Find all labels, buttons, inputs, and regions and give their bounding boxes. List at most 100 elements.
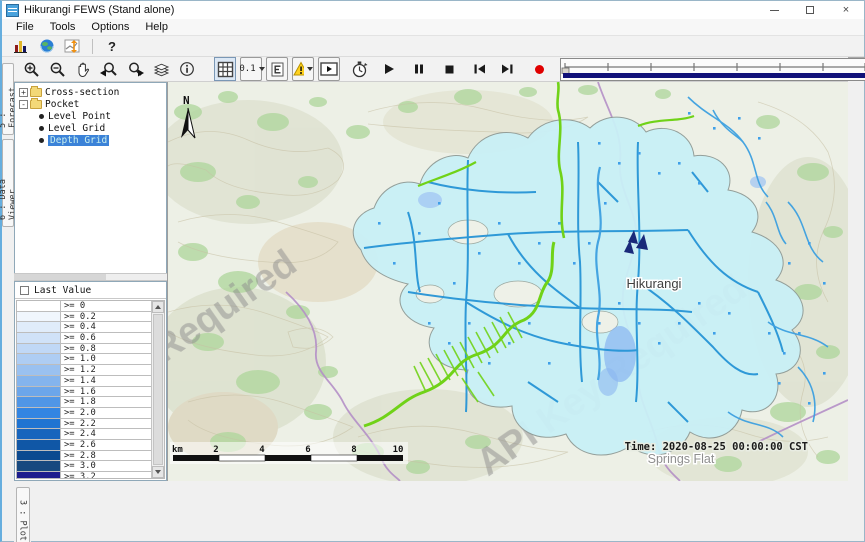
last-value-label: Last Value	[34, 285, 91, 296]
tree-item-pocket[interactable]: - Pocket	[15, 98, 166, 110]
grid-display-toggle[interactable]	[214, 57, 236, 81]
interval-dropdown[interactable]: 0.1	[240, 57, 262, 81]
scrollbar-thumb[interactable]	[14, 274, 106, 280]
pause-button[interactable]	[408, 57, 430, 81]
legend-label: >= 3.0	[61, 461, 96, 471]
place-label: Springs Flat	[648, 452, 715, 466]
layers-button[interactable]	[150, 57, 172, 81]
pan-button[interactable]	[72, 57, 94, 81]
zoom-next-button[interactable]	[124, 57, 146, 81]
legend-row: >= 1.8	[17, 397, 151, 408]
menu-options[interactable]: Options	[83, 21, 137, 33]
help-button[interactable]: ?	[101, 37, 123, 56]
warning-dropdown[interactable]	[292, 57, 314, 81]
help-icon: ?	[108, 39, 116, 54]
zoom-out-button[interactable]	[46, 57, 68, 81]
chevron-down-icon	[259, 67, 265, 71]
maximize-button[interactable]	[792, 1, 828, 19]
expand-icon[interactable]: +	[19, 88, 28, 97]
play-icon	[383, 63, 395, 75]
legend-row: >= 0.2	[17, 312, 151, 323]
animation-export-button[interactable]	[318, 57, 340, 81]
legend-label: >= 0.6	[61, 333, 96, 343]
legend-row: >= 3.2	[17, 472, 151, 478]
window-title: Hikurangi FEWS (Stand alone)	[24, 4, 174, 16]
legend-label: >= 0.8	[61, 344, 96, 354]
tree-item-level-grid[interactable]: Level Grid	[15, 122, 166, 134]
tree-item-depth-grid[interactable]: Depth Grid	[15, 134, 166, 146]
tree-item-level-point[interactable]: Level Point	[15, 110, 166, 122]
legend-swatch	[17, 429, 61, 439]
legend-swatch	[17, 322, 61, 332]
menu-tools[interactable]: Tools	[42, 21, 84, 33]
legend-row: >= 0.6	[17, 333, 151, 344]
skip-start-button[interactable]	[468, 57, 490, 81]
stop-button[interactable]	[438, 57, 460, 81]
tab-plot-overview[interactable]: 3 : Plot Overview	[16, 487, 30, 542]
record-button[interactable]	[528, 57, 550, 81]
layer-tree: + Cross-section - Pocket Level Point	[14, 82, 167, 273]
collapse-icon[interactable]: -	[19, 100, 28, 109]
legend-label: >= 1.6	[61, 387, 96, 397]
timer-button[interactable]	[348, 57, 370, 81]
zoom-previous-button[interactable]	[98, 57, 120, 81]
profile-display-button[interactable]	[62, 37, 84, 56]
menu-file[interactable]: File	[8, 21, 42, 33]
legend-swatch	[17, 440, 61, 450]
legend-scrollbar[interactable]	[151, 301, 164, 478]
legend-swatch	[17, 408, 61, 418]
scale-tick: 10	[393, 445, 404, 455]
legend-label: >= 2.2	[61, 419, 96, 429]
legend-label: >= 0.2	[61, 312, 96, 322]
legend-label: >= 2.8	[61, 451, 96, 461]
scroll-down-button[interactable]	[152, 466, 164, 478]
timeseries-dialog-button[interactable]	[10, 37, 32, 56]
legend-swatch	[17, 451, 61, 461]
scroll-up-button[interactable]	[152, 301, 164, 313]
chevron-down-icon	[307, 67, 313, 71]
zoom-in-icon	[23, 61, 40, 78]
arrow-up-icon	[155, 305, 161, 309]
legend-row: >= 2.6	[17, 440, 151, 451]
menu-help[interactable]: Help	[137, 21, 176, 33]
leaf-bullet-icon	[39, 114, 44, 119]
tree-item-cross-section[interactable]: + Cross-section	[15, 86, 166, 98]
stopwatch-icon	[351, 61, 368, 78]
tree-horizontal-scrollbar[interactable]	[14, 273, 167, 281]
info-icon	[179, 61, 195, 77]
profile-chart-icon	[64, 38, 82, 54]
legend-row: >= 3.0	[17, 461, 151, 472]
tree-item-label: Level Grid	[48, 123, 105, 134]
document-e-icon	[271, 62, 284, 77]
scale-tick: 8	[351, 445, 356, 455]
last-value-checkbox[interactable]	[20, 286, 29, 295]
minimize-button[interactable]	[756, 1, 792, 19]
time-slider-track	[561, 59, 865, 74]
layers-panel: + Cross-section - Pocket Level Point	[14, 82, 168, 481]
zoom-in-button[interactable]	[20, 57, 42, 81]
scrollbar-thumb[interactable]	[153, 314, 163, 465]
tab-data-viewer[interactable]: 6 : Data Viewer	[2, 139, 14, 227]
legend-row: >= 2.2	[17, 419, 151, 430]
map-view[interactable]: API Key Required API Key Required	[168, 82, 848, 481]
legend-row: >= 1.2	[17, 365, 151, 376]
scale-tick: 6	[305, 445, 310, 455]
spatial-display-button[interactable]	[36, 37, 58, 56]
longitudinal-display-button[interactable]	[266, 57, 288, 81]
bar-chart-icon	[13, 38, 29, 54]
time-slider[interactable]	[560, 58, 865, 81]
legend-row: >= 0	[17, 301, 151, 312]
legend-row: >= 1.4	[17, 376, 151, 387]
legend-swatch	[17, 344, 61, 354]
close-button[interactable]: ×	[828, 1, 864, 19]
skip-end-button[interactable]	[496, 57, 518, 81]
tree-item-label: Level Point	[48, 111, 111, 122]
play-button[interactable]	[378, 57, 400, 81]
legend-label: >= 1.8	[61, 397, 96, 407]
tab-forecast[interactable]: 5 : Forecast	[2, 63, 14, 135]
menu-bar: File Tools Options Help	[2, 19, 864, 36]
map-time-label: Time: 2020-08-25 00:00:00 CST	[625, 441, 808, 453]
info-button[interactable]	[176, 57, 198, 81]
legend-label: >= 1.0	[61, 354, 96, 364]
legend-swatch	[17, 354, 61, 364]
